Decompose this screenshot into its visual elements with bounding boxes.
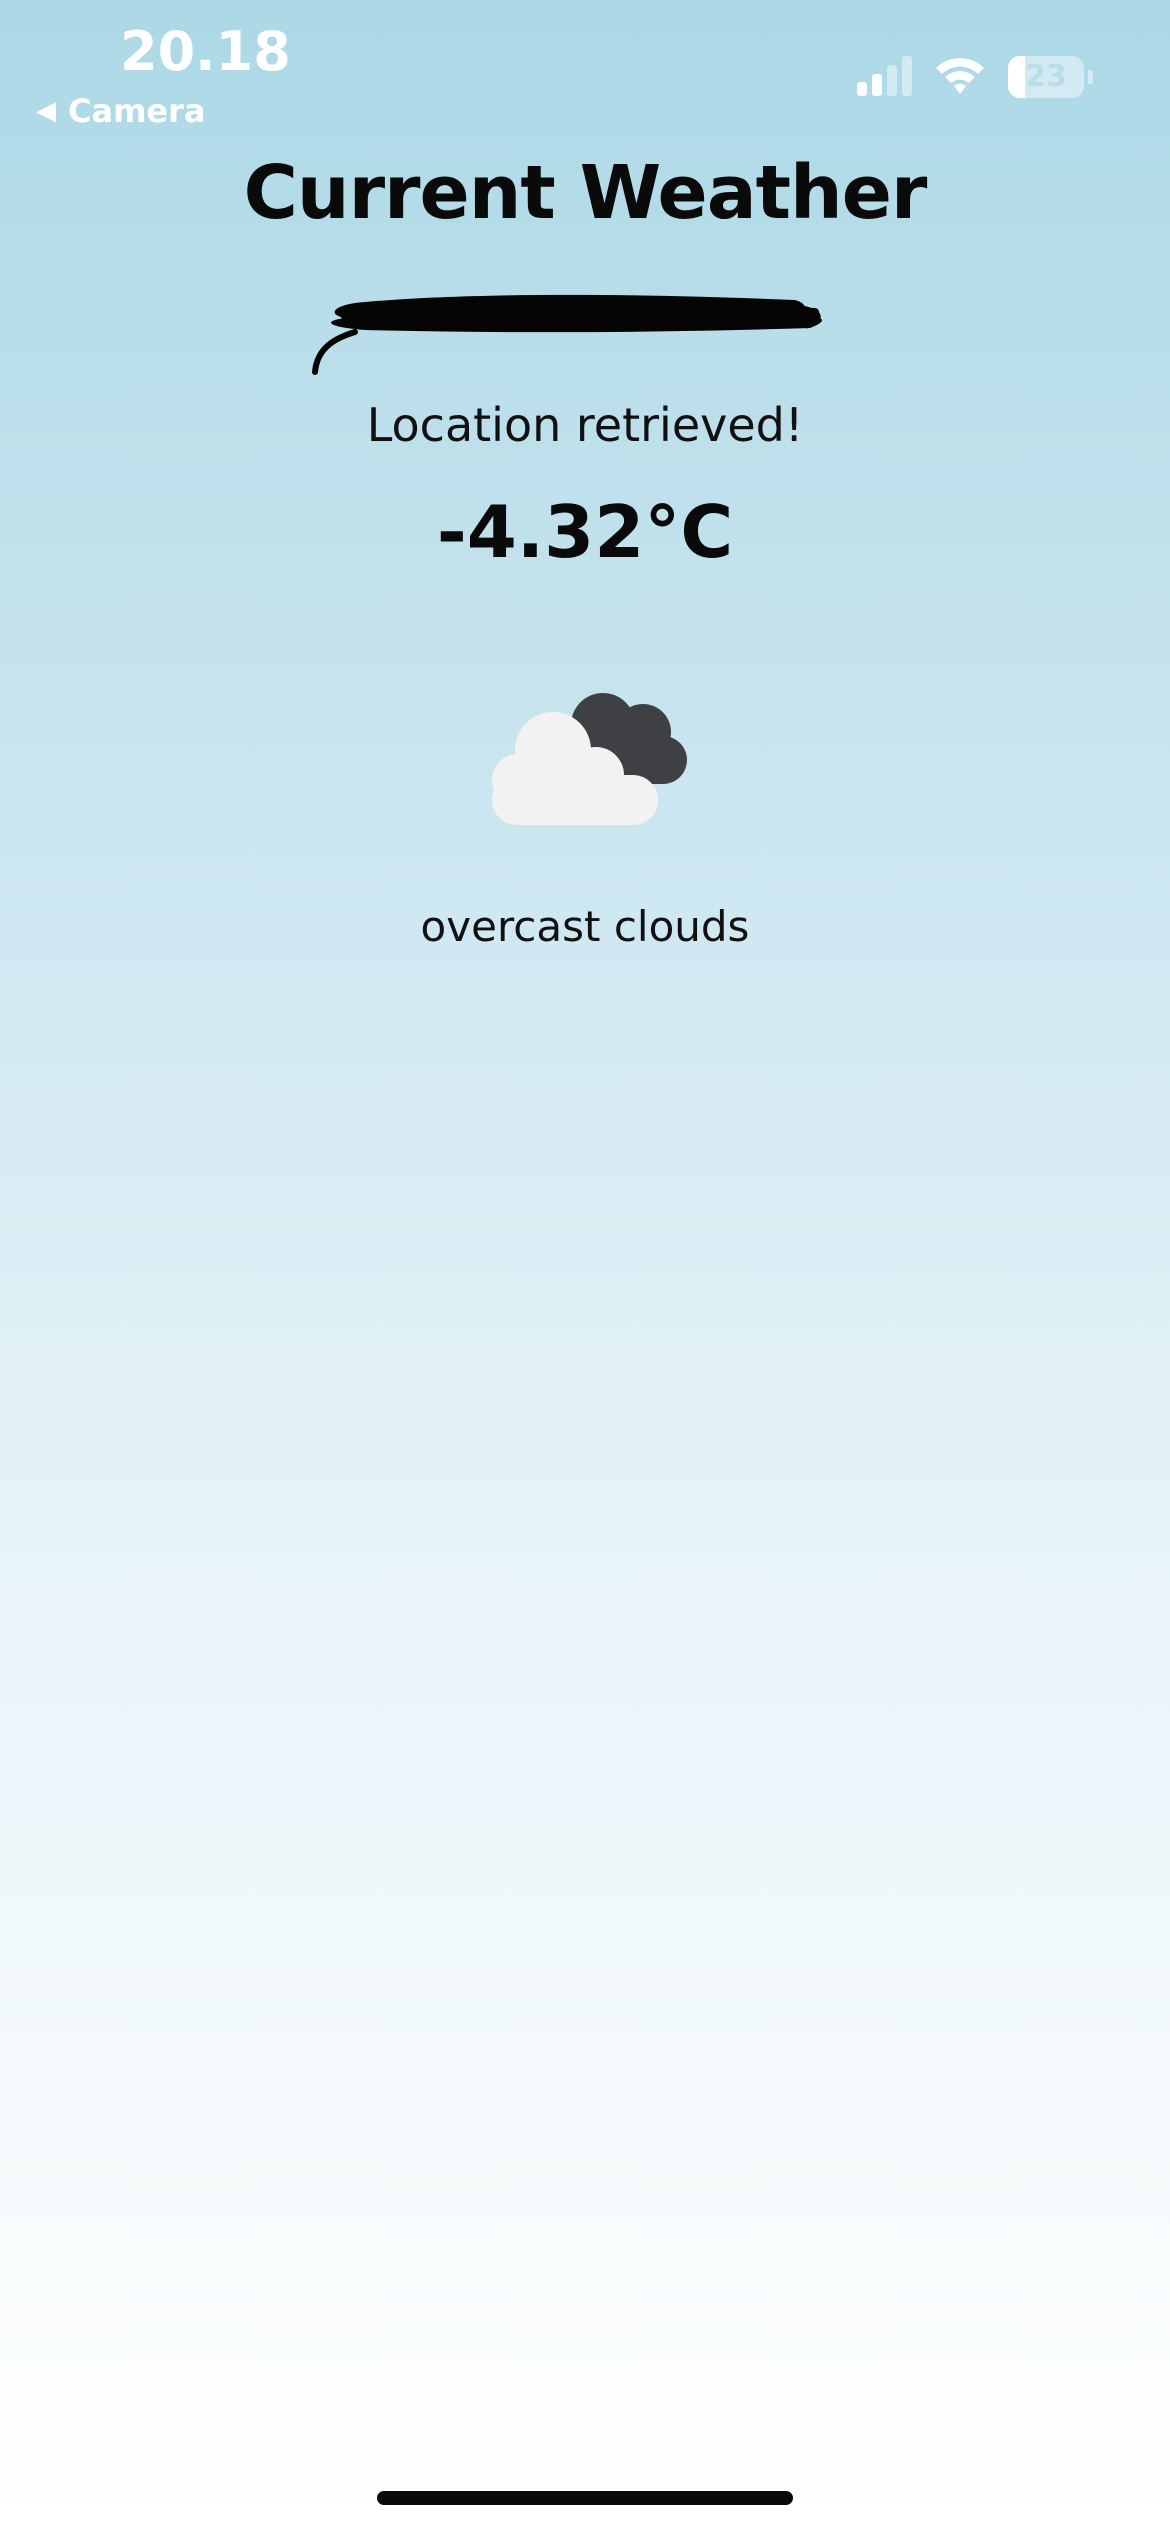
back-label: Camera [68,92,206,130]
home-indicator[interactable] [377,2491,793,2505]
back-to-camera-button[interactable]: ◀ Camera [36,92,206,130]
redaction-scribble [312,294,822,375]
battery-icon: 23 [1008,56,1093,98]
status-time: 20.18 [120,20,291,83]
battery-level: 23 [1025,59,1067,94]
location-status: Location retrieved! [366,398,804,452]
wifi-icon [936,58,984,94]
overcast-clouds-icon [492,693,687,825]
temperature-value: -4.32°C [436,490,734,574]
page-title: Current Weather [243,150,928,236]
status-bar: 20.18 ◀ Camera 23 [0,0,1170,140]
cellular-signal-icon [857,56,912,96]
back-chevron-icon: ◀ [36,96,56,126]
weather-description: overcast clouds [420,902,750,951]
